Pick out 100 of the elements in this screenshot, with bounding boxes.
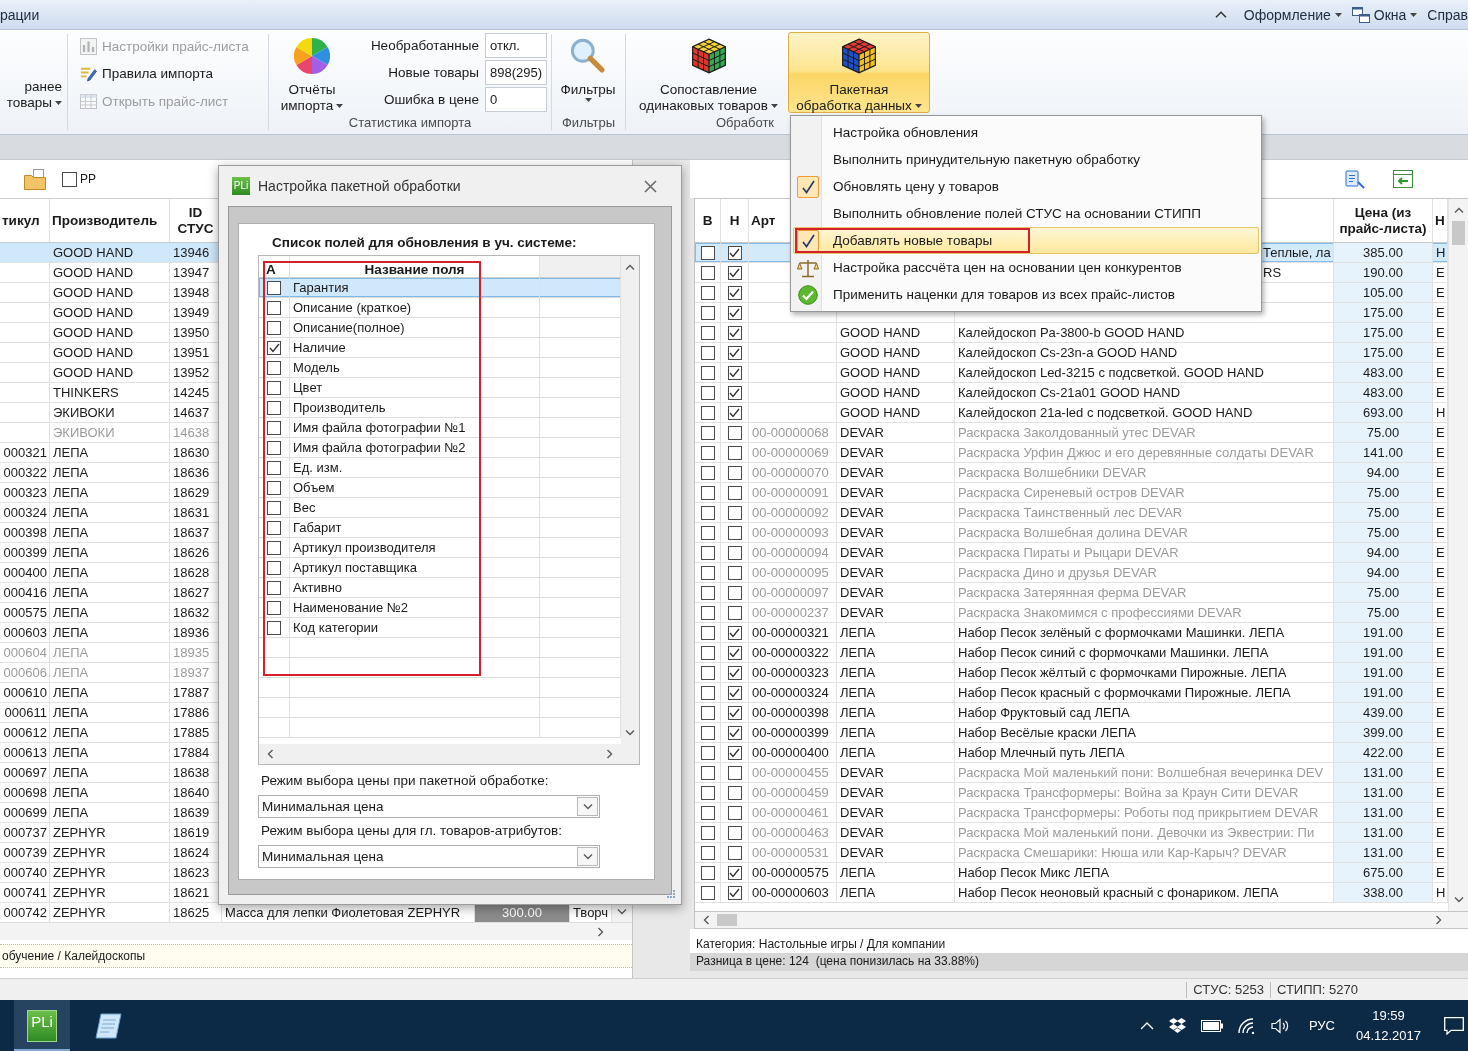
list-row[interactable]: Цвет [259, 378, 621, 398]
list-row[interactable]: Производитель [259, 398, 621, 418]
checkbox[interactable] [700, 285, 715, 300]
table-row[interactable]: 00-00000459 DEVAR Раскраска Трансформеры: Война за Краун Сити DEVAR 131.00 Е [695, 783, 1448, 803]
table-row[interactable]: 00-00000398 ЛЕПА Набор Фруктовый сад ЛЕПА 439.00 Е [695, 703, 1448, 723]
checkbox[interactable] [700, 685, 715, 700]
checkbox[interactable] [700, 265, 715, 280]
table-row[interactable]: 00-00000094 DEVAR Раскраска Пираты и Рыцари DEVAR 94.00 Е [695, 543, 1448, 563]
dropdown-button[interactable] [577, 847, 598, 866]
table-row[interactable]: 00-00000095 DEVAR Раскраска Дино и друзья DEVAR 94.00 Е [695, 563, 1448, 583]
list-row[interactable]: Наличие [259, 338, 621, 358]
checkbox[interactable] [700, 525, 715, 540]
checkbox[interactable] [700, 745, 715, 760]
checkbox[interactable] [700, 625, 715, 640]
checkbox[interactable] [727, 465, 742, 480]
checkbox[interactable] [267, 520, 281, 535]
ribbon-button[interactable]: Правила импорта [76, 60, 217, 87]
checkbox[interactable] [727, 345, 742, 360]
checkbox[interactable] [727, 505, 742, 520]
checkbox[interactable] [700, 765, 715, 780]
checkbox[interactable] [727, 745, 742, 760]
checkbox[interactable] [700, 605, 715, 620]
list-row[interactable]: Имя файла фотографии №2 [259, 438, 621, 458]
ribbon-button[interactable]: Отчёты импорта [275, 32, 349, 113]
checkbox[interactable] [62, 171, 77, 187]
column-header[interactable]: Производитель [50, 199, 170, 242]
checkbox[interactable] [700, 585, 715, 600]
table-row[interactable]: 00-00000321 ЛЕПА Набор Песок зелёный с формочками Машинки. ЛЕПА 191.00 Е [695, 623, 1448, 643]
table-row[interactable]: GOOD HAND Калейдоскоп Cs-21a01 GOOD HAND 483.00 Е [695, 383, 1448, 403]
checkbox[interactable] [700, 405, 715, 420]
menu-item[interactable]: Выполнить принудительную пакетную обработку [793, 146, 1259, 173]
checkbox[interactable] [700, 545, 715, 560]
list-row[interactable]: Артикул производителя [259, 538, 621, 558]
scrollbar[interactable] [1448, 199, 1468, 911]
checkbox[interactable] [267, 360, 281, 375]
checkbox[interactable] [267, 320, 281, 335]
checkbox[interactable] [727, 405, 742, 420]
table-row[interactable]: 00-00000070 DEVAR Раскраска Волшебники DEVAR 94.00 Е [695, 463, 1448, 483]
checkbox[interactable] [727, 765, 742, 780]
list-row[interactable]: Наименование №2 [259, 598, 621, 618]
list-row[interactable]: Гарантия [259, 278, 621, 298]
dropdown-button[interactable] [577, 797, 598, 816]
document-icon[interactable] [1345, 169, 1365, 189]
checkbox[interactable] [727, 625, 742, 640]
checkbox[interactable] [700, 785, 715, 800]
checkbox[interactable] [267, 400, 281, 415]
menu-button[interactable]: Оформление [1238, 3, 1347, 26]
scroll-thumb[interactable] [1452, 221, 1465, 245]
checkbox[interactable] [267, 620, 281, 635]
list-row[interactable]: Описание (краткое) [259, 298, 621, 318]
checkbox[interactable] [727, 805, 742, 820]
battery-icon[interactable] [1200, 1019, 1223, 1032]
ribbon-button[interactable]: Фильтры [555, 32, 621, 113]
checkbox[interactable] [700, 245, 715, 260]
table-row[interactable]: 00-00000400 ЛЕПА Набор Млечный путь ЛЕПА 422.00 Е [695, 743, 1448, 763]
checkbox[interactable] [727, 705, 742, 720]
checkbox[interactable] [727, 585, 742, 600]
checkbox[interactable] [700, 805, 715, 820]
checkbox[interactable] [700, 645, 715, 660]
checkbox[interactable] [700, 385, 715, 400]
table-row[interactable]: 00-00000531 DEVAR Раскраска Смешарики: Нюша или Кар-Карыч? DEVAR 131.00 Е [695, 843, 1448, 863]
table-row[interactable]: GOOD HAND Калейдоскоп 21a-led с подсветкой. GOOD HAND 693.00 Н [695, 403, 1448, 423]
checkbox[interactable] [700, 445, 715, 460]
table-row[interactable]: 00-00000097 DEVAR Раскраска Затерянная ферма DEVAR 75.00 Е [695, 583, 1448, 603]
scrollbar[interactable] [0, 922, 632, 940]
checkbox[interactable] [727, 325, 742, 340]
resize-grip-icon[interactable] [667, 890, 675, 898]
scroll-thumb[interactable] [717, 914, 737, 926]
checkbox[interactable] [727, 385, 742, 400]
list-row[interactable]: Ед. изм. [259, 458, 621, 478]
table-row[interactable]: 00-00000461 DEVAR Раскраска Трансформеры: Роботы под прикрытием DEVAR 131.00 Е [695, 803, 1448, 823]
checkbox[interactable] [727, 425, 742, 440]
table-row[interactable]: GOOD HAND Калейдоскоп Cs-23n-a GOOD HAND 175.00 Е [695, 343, 1448, 363]
checkbox[interactable] [700, 345, 715, 360]
column-header[interactable]: Н [721, 199, 749, 242]
menu-button[interactable]: Справ [1422, 3, 1468, 26]
checkbox[interactable] [700, 465, 715, 480]
ribbon-button[interactable]: Пакетная обработка данных [788, 32, 930, 113]
chevron-left-icon[interactable] [267, 749, 273, 759]
checkbox[interactable] [727, 445, 742, 460]
checkbox[interactable] [700, 885, 715, 900]
checkbox[interactable] [700, 325, 715, 340]
table-row[interactable]: GOOD HAND Калейдоскоп Led-3215 с подсветкой. GOOD HAND 483.00 Е [695, 363, 1448, 383]
checkbox[interactable] [700, 845, 715, 860]
chevron-up-icon[interactable] [1214, 11, 1227, 18]
table-row[interactable]: 00-00000323 ЛЕПА Набор Песок жёлтый с формочками Пирожные. ЛЕПА 191.00 Е [695, 663, 1448, 683]
checkbox[interactable] [727, 545, 742, 560]
checkbox[interactable] [267, 440, 281, 455]
chevron-right-icon[interactable] [607, 749, 613, 759]
checkbox[interactable] [727, 785, 742, 800]
table-row[interactable]: 00-00000069 DEVAR Раскраска Урфин Джюс и его деревянные солдаты DEVAR 141.00 Е [695, 443, 1448, 463]
list-row[interactable]: Артикул поставщика [259, 558, 621, 578]
table-row[interactable]: 00-00000092 DEVAR Раскраска Таинственный лес DEVAR 75.00 Е [695, 503, 1448, 523]
language-indicator[interactable]: РУС [1308, 1018, 1335, 1033]
checkbox[interactable] [727, 305, 742, 320]
close-icon[interactable] [644, 179, 657, 193]
checkbox[interactable] [267, 500, 281, 515]
ribbon-button[interactable]: ранее товары [0, 32, 65, 113]
menu-item[interactable]: Добавлять новые товары [793, 227, 1259, 254]
checkbox[interactable] [727, 285, 742, 300]
